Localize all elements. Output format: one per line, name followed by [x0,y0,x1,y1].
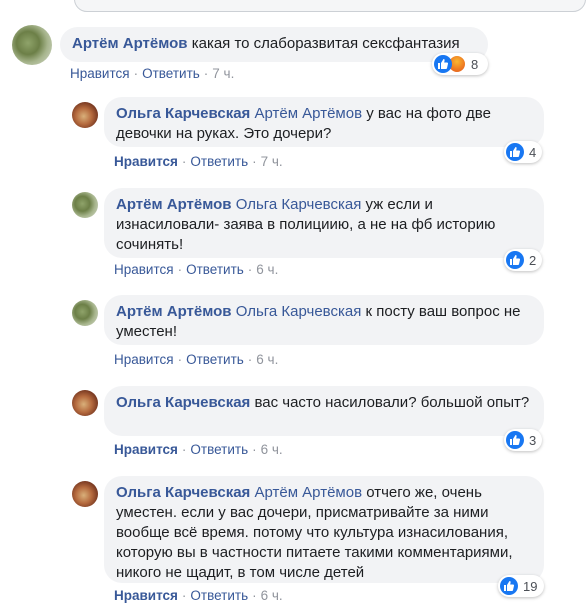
reaction-count: 2 [529,252,537,268]
comment-actions: Нравится · Ответить · 6 ч. [114,588,283,603]
timestamp[interactable]: 6 ч. [256,262,278,277]
comment-bubble: Ольга Карчевская вас часто насиловали? б… [104,386,544,436]
reaction-count: 8 [471,56,479,72]
comment-author[interactable]: Артём Артёмов [116,303,232,320]
reply-link[interactable]: Ответить [186,352,244,367]
comment-author[interactable]: Артём Артёмов [116,196,232,213]
avatar[interactable] [72,300,98,326]
reaction-summary[interactable]: 8 [432,53,488,75]
reaction-summary[interactable]: 19 [498,575,544,597]
like-icon [506,143,524,161]
mentioned-user[interactable]: Артём Артёмов [254,484,362,501]
comment-author[interactable]: Ольга Карчевская [116,105,250,122]
reaction-count: 19 [523,578,538,594]
comment-actions: Нравится · Ответить · 7 ч. [114,154,283,169]
like-link[interactable]: Нравится [114,262,174,277]
like-link[interactable]: Нравится [114,352,174,367]
timestamp[interactable]: 7 ч. [212,66,234,81]
reply-link[interactable]: Ответить [186,262,244,277]
avatar[interactable] [72,192,98,218]
separator: · [181,442,187,457]
comment-author[interactable]: Ольга Карчевская [116,394,250,411]
separator: · [181,588,187,603]
comment-actions: Нравится · Ответить · 7 ч. [70,66,234,81]
separator: · [133,66,139,81]
previous-comment-box [74,0,586,12]
like-icon [500,577,518,595]
comment-author[interactable]: Ольга Карчевская [116,484,250,501]
comment-bubble: Ольга Карчевская Артём Артёмов у вас на … [104,97,544,147]
comment-author[interactable]: Артём Артёмов [72,35,188,52]
reply-link[interactable]: Ответить [142,66,200,81]
reply-link[interactable]: Ответить [190,442,248,457]
reaction-summary[interactable]: 2 [504,249,542,271]
comment-actions: Нравится · Ответить · 6 ч. [114,262,278,277]
separator: · [252,442,257,457]
comment-actions: Нравится · Ответить · 6 ч. [114,442,283,457]
timestamp[interactable]: 7 ч. [261,154,283,169]
separator: · [252,588,257,603]
comment-bubble: Артём Артёмов какая то слаборазвитая сек… [60,27,488,62]
separator: · [203,66,209,81]
mentioned-user[interactable]: Артём Артёмов [254,105,362,122]
timestamp[interactable]: 6 ч. [261,442,283,457]
avatar[interactable] [72,390,98,416]
avatar[interactable] [72,102,98,128]
comment-bubble: Артём Артёмов Ольга Карчевская уж если и… [104,188,544,258]
separator: · [247,352,253,367]
like-icon [506,251,524,269]
like-link[interactable]: Нравится [114,154,178,169]
reaction-count: 3 [529,432,537,448]
reply-link[interactable]: Ответить [190,588,248,603]
like-icon [434,55,452,73]
comment-text: какая то слаборазвитая сексфантазия [191,35,460,52]
reaction-count: 4 [529,144,537,160]
mentioned-user[interactable]: Ольга Карчевская [236,196,362,213]
separator: · [177,262,183,277]
avatar[interactable] [72,481,98,507]
like-link[interactable]: Нравится [114,442,178,457]
reaction-summary[interactable]: 3 [504,429,542,451]
reply-link[interactable]: Ответить [190,154,248,169]
timestamp[interactable]: 6 ч. [261,588,283,603]
separator: · [247,262,253,277]
comment-actions: Нравится · Ответить · 6 ч. [114,352,278,367]
like-link[interactable]: Нравится [70,66,130,81]
separator: · [252,154,257,169]
comment-bubble: Артём Артёмов Ольга Карчевская к посту в… [104,295,544,345]
like-icon [506,431,524,449]
mentioned-user[interactable]: Ольга Карчевская [236,303,362,320]
comment-bubble: Ольга Карчевская Артём Артёмов отчего же… [104,476,544,583]
avatar[interactable] [12,25,52,65]
comment-text: вас часто насиловали? большой опыт? [254,394,530,411]
like-link[interactable]: Нравится [114,588,178,603]
separator: · [181,154,187,169]
separator: · [177,352,183,367]
reaction-summary[interactable]: 4 [504,141,542,163]
timestamp[interactable]: 6 ч. [256,352,278,367]
